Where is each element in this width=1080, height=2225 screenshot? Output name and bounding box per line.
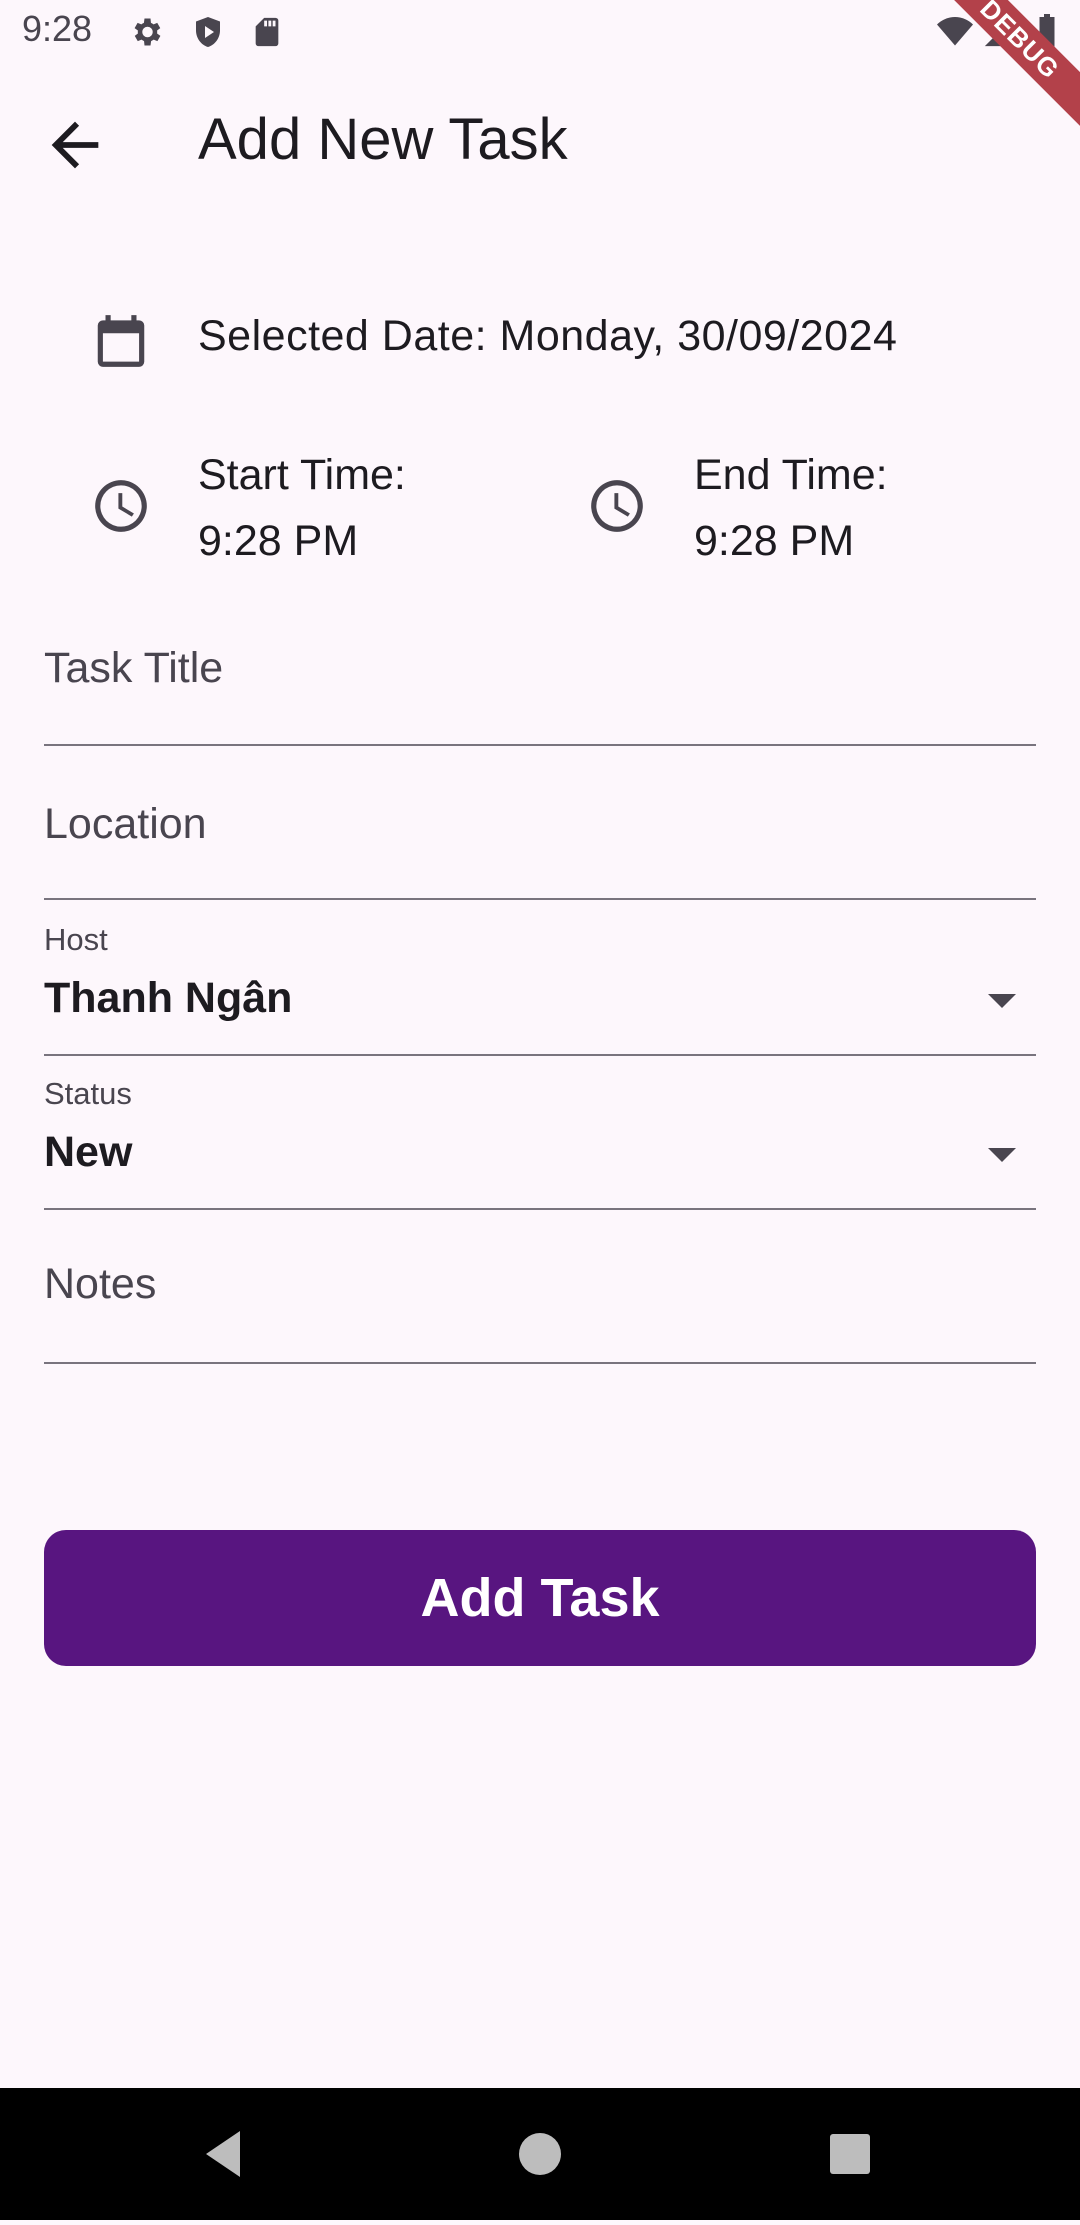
- back-button[interactable]: [40, 110, 110, 180]
- home-nav-button[interactable]: [500, 2088, 580, 2220]
- calendar-icon: [90, 308, 152, 379]
- task-title-field[interactable]: Task Title: [44, 620, 1036, 746]
- dropdown-arrow-icon: [988, 994, 1016, 1008]
- system-nav-bar: [0, 2088, 1080, 2220]
- host-label: Host: [44, 922, 108, 957]
- selected-date-text: Selected Date: Monday, 30/09/2024: [198, 312, 898, 360]
- notes-field[interactable]: Notes: [44, 1236, 1036, 1364]
- clock-icon: [90, 475, 152, 542]
- wifi-icon: [935, 14, 975, 55]
- back-nav-icon: [206, 2131, 240, 2177]
- home-nav-icon: [519, 2133, 561, 2175]
- status-value: New: [44, 1128, 133, 1176]
- location-field[interactable]: Location: [44, 776, 1036, 900]
- status-bar: 9:28 DEBUG: [0, 0, 1080, 145]
- clock-icon: [586, 475, 648, 542]
- shield-icon: [190, 14, 226, 55]
- date-picker-row[interactable]: Selected Date: Monday, 30/09/2024: [0, 288, 1080, 398]
- add-task-button[interactable]: Add Task: [44, 1530, 1036, 1666]
- status-time: 9:28: [22, 8, 93, 49]
- end-time-value: 9:28 PM: [694, 517, 855, 565]
- settings-icon: [128, 14, 164, 55]
- app-bar: Add New Task: [0, 66, 1080, 216]
- dropdown-arrow-icon: [988, 1148, 1016, 1162]
- end-time-label: End Time:: [694, 451, 888, 499]
- start-time-text: Start Time: 9:28 PM: [198, 442, 406, 574]
- page-title: Add New Task: [198, 107, 568, 172]
- start-time-picker[interactable]: Start Time: 9:28 PM: [0, 440, 520, 580]
- notes-placeholder: Notes: [44, 1260, 157, 1308]
- end-time-text: End Time: 9:28 PM: [694, 442, 888, 574]
- sd-card-icon: [250, 14, 284, 55]
- recents-nav-button[interactable]: [810, 2088, 890, 2220]
- recents-nav-icon: [830, 2134, 870, 2174]
- host-dropdown[interactable]: Host Thanh Ngân: [44, 922, 1036, 1056]
- status-dropdown[interactable]: Status New: [44, 1076, 1036, 1210]
- status-label: Status: [44, 1076, 132, 1111]
- task-title-placeholder: Task Title: [44, 644, 224, 692]
- back-nav-button[interactable]: [190, 2088, 260, 2220]
- start-time-label: Start Time:: [198, 451, 406, 499]
- end-time-picker[interactable]: End Time: 9:28 PM: [496, 440, 1036, 580]
- start-time-value: 9:28 PM: [198, 517, 359, 565]
- host-value: Thanh Ngân: [44, 974, 293, 1022]
- arrow-back-icon: [51, 121, 99, 169]
- location-placeholder: Location: [44, 800, 207, 848]
